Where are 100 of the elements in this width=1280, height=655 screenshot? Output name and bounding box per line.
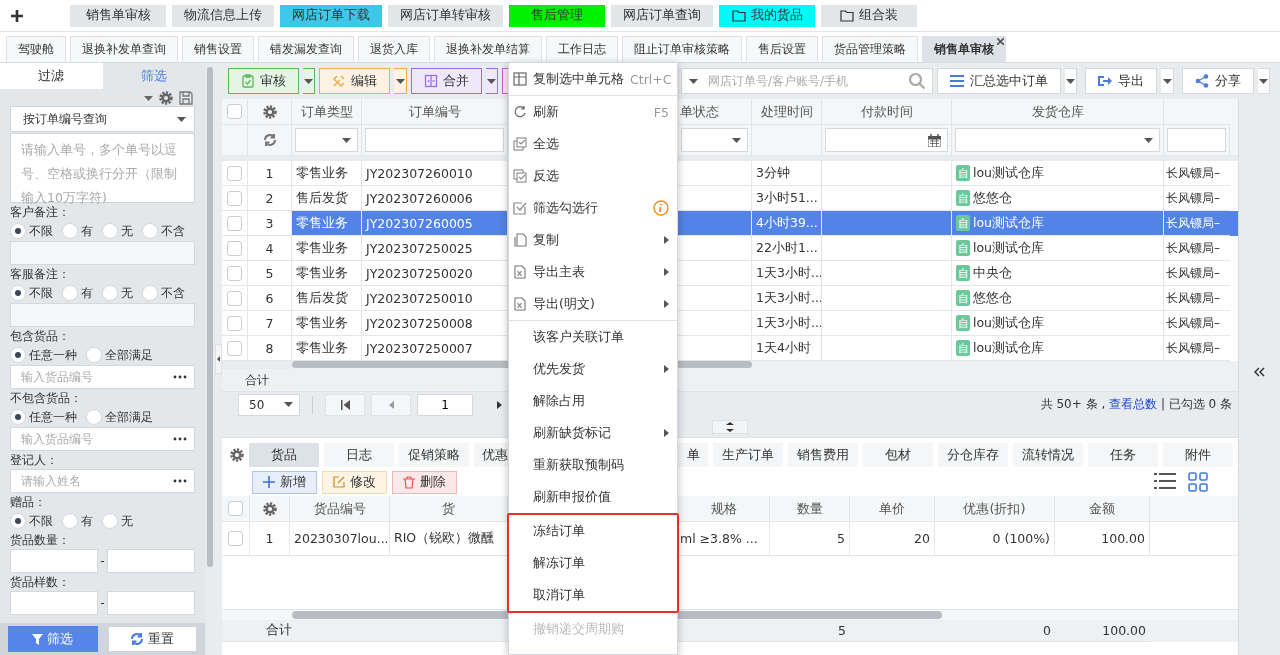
row-number: 4 (265, 240, 274, 256)
table-cell: lou测试仓库 (973, 239, 1045, 257)
table-cell: 售后发货 (296, 289, 348, 307)
warehouse-tag: 自 (956, 240, 970, 256)
table-cell: 1天3小时... (756, 314, 821, 332)
row-number: 3 (265, 215, 274, 231)
option-label: 不限 (29, 222, 53, 240)
table-cell: lou测试仓库 (973, 164, 1045, 182)
range-separator: - (100, 554, 105, 568)
total-label: 合计 (266, 622, 292, 639)
option-label: 无 (121, 222, 133, 240)
table-cell: 零售业务 (296, 239, 348, 257)
row-number: 6 (265, 290, 274, 306)
option-label: 不含 (161, 222, 185, 240)
field-label: 登记人： (10, 452, 59, 469)
table-cell: 22小时1... (756, 239, 818, 257)
table-cell: lou测试仓库 (973, 314, 1045, 332)
option-label: 全部满足 (105, 408, 153, 426)
table-cell: 1天4小时 (756, 339, 811, 357)
column-header: 发货仓库 (1031, 102, 1084, 121)
table-cell: 长风镖局– (1166, 264, 1220, 282)
table-cell: 100.00 (1101, 531, 1145, 546)
table-cell: 长风镖局– (1166, 164, 1220, 182)
table-cell: JY202307250007 (366, 340, 473, 356)
total-amount: 100.00 (1102, 623, 1146, 638)
column-header: 金额 (1089, 499, 1115, 518)
table-cell: JY202307250025 (366, 240, 473, 256)
warehouse-tag: 自 (956, 290, 970, 306)
table-cell: 3小时51... (756, 189, 818, 207)
field-label: 客户备注： (10, 204, 71, 221)
table-cell: lou测试仓库 (973, 214, 1045, 232)
table-cell: 零售业务 (296, 264, 348, 282)
option-label: 全部满足 (105, 346, 153, 364)
range-separator: - (100, 596, 105, 610)
column-header: 处理时间 (760, 102, 813, 121)
total-label: 合计 (244, 371, 270, 389)
option-label: 无 (121, 512, 133, 530)
table-cell: 20 (914, 531, 930, 546)
table-cell: 长风镖局– (1166, 239, 1220, 257)
table-cell: 4小时39... (756, 214, 818, 232)
row-number: 8 (265, 340, 274, 356)
table-cell: 悠悠仓 (973, 189, 1012, 207)
table-cell: lou测试仓库 (973, 339, 1045, 357)
table-cell: 0 (100%) (992, 531, 1050, 546)
table-cell: 悠悠仓 (973, 289, 1012, 307)
warehouse-tag: 自 (956, 190, 970, 206)
column-header: 货品编号 (313, 499, 366, 518)
table-cell: JY202307250010 (366, 290, 473, 306)
table-cell: 长风镖局– (1166, 214, 1220, 232)
option-label: 不含 (161, 284, 185, 302)
row-number: 1 (265, 165, 274, 181)
total-discount: 0 (1043, 623, 1051, 638)
column-header: 订单类型 (300, 102, 353, 121)
record-summary: 共 50+ 条 , 查看总数 | 已勾选 0 条 (1040, 396, 1232, 413)
column-header: 货 (442, 499, 455, 518)
option-label: 任意一种 (29, 408, 77, 426)
option-label: 无 (121, 284, 133, 302)
table-cell: JY202307260005 (366, 215, 473, 231)
table-cell: 长风镖局– (1166, 189, 1220, 207)
table-cell: 售后发货 (296, 189, 348, 207)
table-cell: 3分钟 (756, 164, 790, 182)
table-cell: 零售业务 (296, 164, 348, 182)
field-label: 货品数量： (10, 532, 71, 549)
row-number: 5 (265, 265, 274, 281)
row-number: 7 (265, 315, 274, 331)
table-cell: 长风镖局– (1166, 314, 1220, 332)
row-number: 1 (265, 531, 274, 546)
warehouse-tag: 自 (956, 315, 970, 331)
field-label: 赠品： (10, 494, 47, 511)
field-label: 货品样数： (10, 574, 71, 591)
option-label: 有 (81, 284, 93, 302)
table-cell: 零售业务 (296, 314, 348, 332)
row-number: 2 (265, 190, 274, 206)
table-cell: JY202307260006 (366, 190, 473, 206)
column-header: 单价 (879, 499, 905, 518)
table-cell: 1天3小时... (756, 289, 821, 307)
option-label: 不限 (29, 284, 53, 302)
field-label: 包含货品： (10, 328, 71, 345)
column-header: 规格 (710, 499, 737, 518)
column-header: 数量 (796, 499, 823, 518)
option-label: 任意一种 (29, 346, 77, 364)
table-cell: 5 (837, 531, 845, 546)
table-cell: 长风镖局– (1166, 289, 1220, 307)
column-header: 付款时间 (860, 102, 913, 121)
warehouse-tag: 自 (956, 215, 970, 231)
table-cell: JY202307250008 (366, 315, 473, 331)
warehouse-tag: 自 (956, 340, 970, 356)
option-label: 有 (81, 222, 93, 240)
table-cell: 零售业务 (296, 339, 348, 357)
column-header: 单状态 (680, 102, 719, 121)
table-cell: JY202307250020 (366, 265, 473, 281)
table-cell: RIO（锐欧）微醺 (394, 530, 495, 547)
total-quantity: 5 (838, 623, 846, 638)
field-label: 不包含货品： (10, 390, 83, 407)
table-cell: 1天3小时... (756, 264, 821, 282)
option-label: 有 (81, 512, 93, 530)
warehouse-tag: 自 (956, 165, 970, 181)
warehouse-tag: 自 (956, 265, 970, 281)
option-label: 不限 (29, 512, 53, 530)
table-cell: 长风镖局– (1166, 339, 1220, 357)
